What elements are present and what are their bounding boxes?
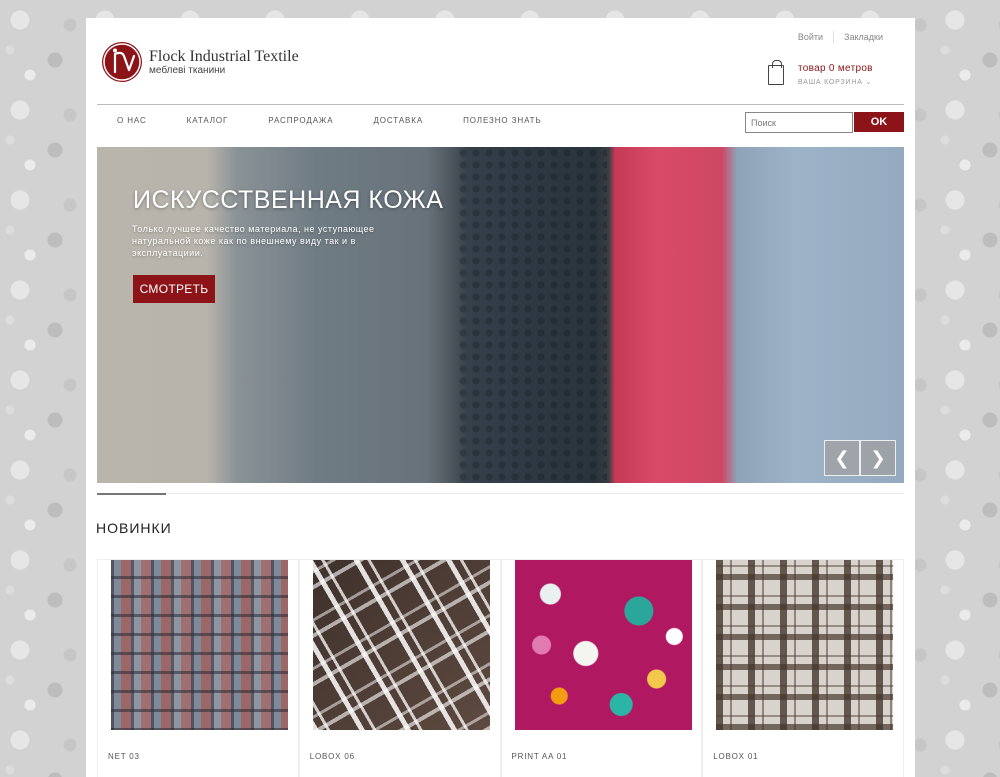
header-divider [97,104,904,105]
bookmarks-link[interactable]: Закладки [834,32,893,43]
slider-next-button[interactable]: ❯ [860,440,896,476]
section-divider [97,493,904,494]
slide-title: ИСКУССТВЕННАЯ КОЖА [133,186,444,214]
login-link[interactable]: Войти [788,32,833,43]
nav-item-sale[interactable]: РАСПРОДАЖА [248,116,353,125]
product-image[interactable] [312,560,490,730]
slide-description: Только лучшее качество материала, не уст… [132,224,375,258]
product-image[interactable] [514,560,692,730]
product-card[interactable]: PRINT AA 01 [500,559,703,777]
search-input[interactable] [745,112,853,133]
brand-subtitle: меблеві тканини [149,64,226,76]
section-divider-accent [97,493,166,495]
brand-logo[interactable]: Flock Industrial Textile меблеві тканини [102,42,299,82]
search-button[interactable]: OK [854,112,904,132]
nav-item-about[interactable]: О НАС [97,116,167,125]
product-image[interactable] [111,560,288,730]
product-name[interactable]: NET 03 [108,752,140,761]
product-card[interactable]: LOBOX 06 [298,559,501,777]
product-name[interactable]: LOBOX 06 [310,752,355,761]
cart-label: ВАША КОРЗИНА ⌄ [798,79,873,86]
slide-view-button[interactable]: СМОТРЕТЬ [133,275,215,303]
cart-summary: товар 0 метров [798,63,873,74]
slider-prev-button[interactable]: ❮ [824,440,860,476]
top-links: Войти Закладки [788,31,893,43]
nav-item-useful[interactable]: ПОЛЕЗНО ЗНАТЬ [443,116,562,125]
chevron-down-icon: ⌄ [865,79,873,86]
product-name[interactable]: LOBOX 01 [713,752,758,761]
new-items-heading: НОВИНКИ [96,520,172,536]
product-card[interactable]: NET 03 [97,559,299,777]
logo-emblem-icon [102,42,142,82]
brand-text: Flock Industrial Textile меблеві тканини [149,47,299,76]
brand-name: Flock Industrial Textile [149,47,299,65]
product-card[interactable]: LOBOX 01 [702,559,904,777]
main-nav: О НАС КАТАЛОГ РАСПРОДАЖА ДОСТАВКА ПОЛЕЗН… [97,116,562,125]
hero-slider: ИСКУССТВЕННАЯ КОЖА Только лучшее качеств… [97,147,904,483]
product-grid: NET 03 LOBOX 06 PRINT AA 01 LOBOX 01 [97,559,904,777]
product-name[interactable]: PRINT AA 01 [512,752,568,761]
nav-item-delivery[interactable]: ДОСТАВКА [353,116,443,125]
chevron-left-icon: ❮ [834,447,850,469]
product-image[interactable] [716,560,894,730]
page-container: Flock Industrial Textile меблеві тканини… [86,18,915,777]
nav-item-catalog[interactable]: КАТАЛОГ [167,116,249,125]
shopping-bag-icon [768,60,784,85]
cart-widget[interactable]: товар 0 метров ВАША КОРЗИНА ⌄ [768,60,873,86]
chevron-right-icon: ❯ [870,447,886,469]
